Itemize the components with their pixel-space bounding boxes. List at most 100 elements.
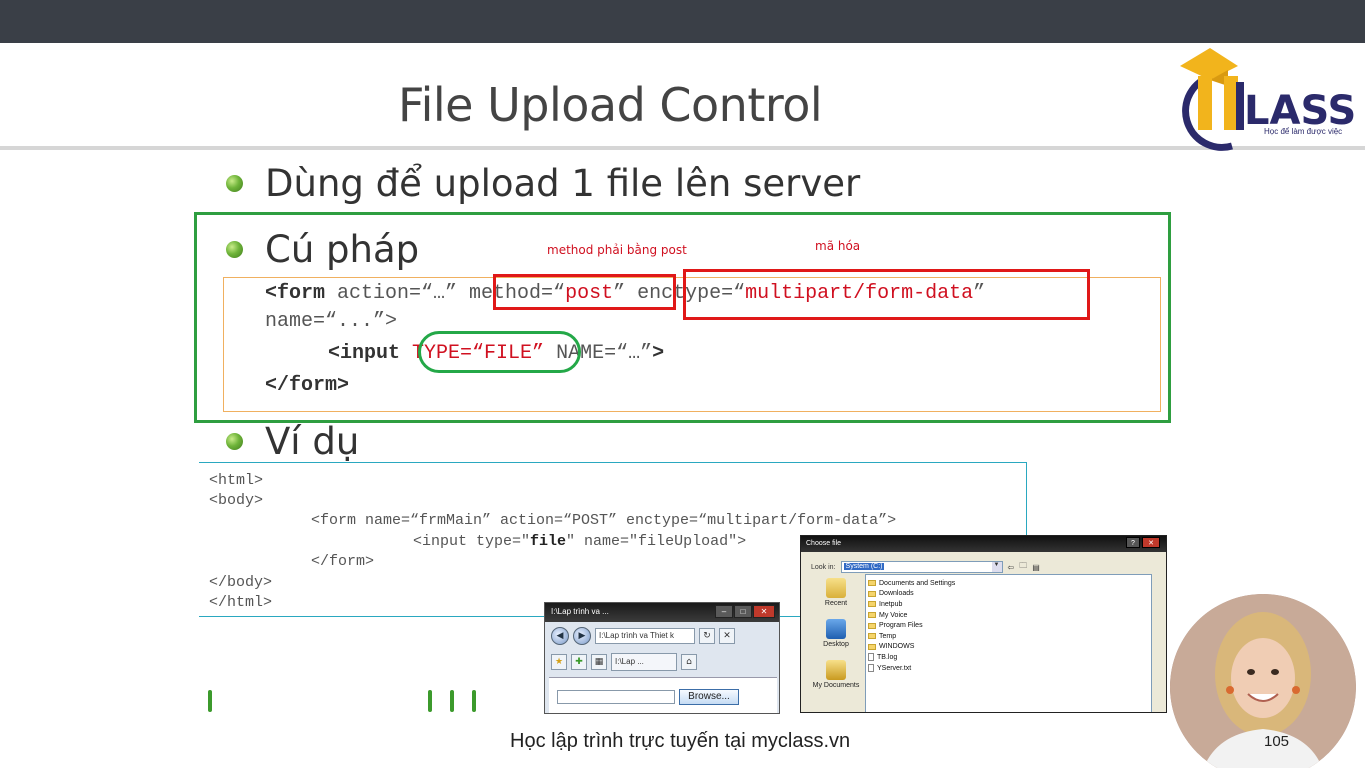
recent-folder-icon — [826, 578, 846, 598]
folder-icon — [868, 633, 876, 640]
views-icon[interactable]: ▤ — [1032, 563, 1040, 572]
example-line: </body> — [209, 574, 273, 591]
look-in-value: System (C:) — [843, 563, 885, 570]
file-list-item[interactable]: Program Files — [868, 620, 1149, 631]
grass-decoration — [450, 690, 454, 712]
input-tag: <input — [328, 342, 401, 365]
grass-decoration — [208, 690, 212, 712]
place-label: Desktop — [823, 641, 849, 648]
new-folder-icon[interactable]: 🗀 — [1019, 560, 1027, 574]
file-path-input[interactable] — [557, 690, 675, 704]
dialog-controls: ? ✕ — [1126, 537, 1160, 548]
browse-button[interactable]: Browse... — [679, 689, 739, 705]
add-favorite-icon[interactable]: ✚ — [571, 654, 587, 670]
example-line: <input type="file" name="fileUpload"> — [413, 533, 746, 550]
top-bar — [0, 0, 1365, 43]
favorites-star-icon[interactable]: ★ — [551, 654, 567, 670]
title-divider — [0, 146, 1365, 150]
presenter-avatar — [1170, 594, 1356, 768]
browser-title: I:\Lap trình va ... — [551, 607, 609, 616]
stop-icon[interactable]: ✕ — [719, 628, 735, 644]
place-my-documents[interactable]: My Documents — [809, 660, 863, 689]
file-name: TB.log — [877, 653, 898, 661]
form-close-tag: </form> — [265, 374, 350, 397]
browser-window-screenshot: I:\Lap trình va ... – □ ✕ ◀ ▶ I:\Lap trì… — [544, 602, 780, 714]
folder-icon — [868, 612, 876, 619]
browser-tab[interactable]: I:\Lap ... — [611, 653, 677, 671]
place-desktop[interactable]: Desktop — [809, 619, 863, 648]
refresh-icon[interactable]: ↻ — [699, 628, 715, 644]
folder-icon — [868, 643, 876, 650]
look-in-select[interactable]: System (C:) ▼ — [840, 561, 1003, 573]
place-label: Recent — [824, 600, 848, 607]
example-input-open: <input type=" — [413, 533, 531, 550]
place-recent[interactable]: Recent — [809, 578, 863, 607]
tab-grid-icon[interactable]: ▦ — [591, 654, 607, 670]
address-bar-row: ◀ ▶ I:\Lap trình va Thiet k ↻ ✕ — [551, 627, 735, 645]
bullet-text: Dùng để upload 1 file lên server — [265, 162, 861, 205]
address-input[interactable]: I:\Lap trình va Thiet k — [595, 628, 695, 644]
bullet-text: Ví dụ — [265, 420, 360, 463]
file-list-item[interactable]: Downloads — [868, 589, 1149, 600]
example-line: <form name=“frmMain” action=“POST” encty… — [311, 512, 897, 529]
method-note: method phải bằng post — [547, 243, 687, 257]
encoding-note: mã hóa — [815, 239, 861, 253]
minimize-icon[interactable]: – — [715, 605, 733, 618]
window-controls: – □ ✕ — [715, 605, 775, 618]
enctype-highlight — [683, 269, 1090, 320]
type-file-highlight — [418, 331, 581, 373]
choose-file-dialog: Choose file ? ✕ Look in: System (C:) ▼ ⇦… — [800, 535, 1167, 713]
browser-titlebar: I:\Lap trình va ... – □ ✕ — [545, 603, 779, 622]
folder-icon — [868, 601, 876, 608]
file-icon — [868, 653, 874, 662]
chevron-down-icon[interactable]: ▼ — [991, 562, 1002, 572]
folder-icon — [868, 622, 876, 629]
bullet-purpose: Dùng để upload 1 file lên server — [226, 162, 860, 205]
close-icon[interactable]: ✕ — [1142, 537, 1160, 548]
help-icon[interactable]: ? — [1126, 537, 1140, 548]
svg-text:Học để làm được việc: Học để làm được việc — [1264, 127, 1342, 136]
form-open-tag: <form — [265, 282, 326, 305]
maximize-icon[interactable]: □ — [734, 605, 752, 618]
file-list-item[interactable]: Inetpub — [868, 599, 1149, 610]
back-icon[interactable]: ◀ — [551, 627, 569, 645]
grass-decoration — [428, 690, 432, 712]
tab-row: ★ ✚ ▦ I:\Lap ... ⌂ — [551, 653, 697, 671]
bullet-icon — [226, 175, 243, 192]
browser-page: Browse... — [549, 677, 777, 713]
page-number: 105 — [1264, 733, 1290, 750]
file-list-item[interactable]: Temp — [868, 631, 1149, 642]
file-name: YServer.txt — [877, 664, 912, 672]
home-icon[interactable]: ⌂ — [681, 654, 697, 670]
places-bar: Recent Desktop My Documents — [809, 578, 863, 701]
myclass-logo: LASS Học để làm được việc — [1180, 48, 1356, 151]
syntax-line-4: </form> — [265, 374, 349, 397]
example-line: <html> — [209, 472, 264, 489]
up-folder-icon[interactable]: ⇦ — [1008, 563, 1015, 572]
example-line: <body> — [209, 492, 264, 509]
file-list-item[interactable]: YServer.txt — [868, 663, 1149, 674]
grass-decoration — [472, 690, 476, 712]
forward-icon[interactable]: ▶ — [573, 627, 591, 645]
footer-text: Học lập trình trực tuyến tại myclass.vn — [510, 730, 851, 752]
dialog-titlebar: Choose file ? ✕ — [801, 536, 1166, 552]
folder-icon — [868, 580, 876, 587]
dialog-title: Choose file — [806, 540, 842, 547]
file-list-item[interactable]: My Voice — [868, 610, 1149, 621]
method-highlight — [493, 274, 676, 310]
file-list-item[interactable]: TB.log — [868, 652, 1149, 663]
look-in-row: Look in: System (C:) ▼ ⇦ 🗀 ▤ — [811, 560, 1040, 574]
file-name: My Voice — [879, 611, 908, 619]
bullet-example: Ví dụ — [226, 420, 359, 463]
file-icon — [868, 664, 874, 673]
file-list-item[interactable]: Documents and Settings — [868, 578, 1149, 589]
documents-folder-icon — [826, 660, 846, 680]
close-icon[interactable]: ✕ — [753, 605, 775, 618]
folder-icon — [868, 590, 876, 597]
place-label: My Documents — [812, 682, 860, 689]
file-name: Inetpub — [879, 600, 903, 608]
file-name: Program Files — [879, 622, 923, 630]
file-list-item[interactable]: WINDOWS — [868, 642, 1149, 653]
input-close: > — [652, 342, 665, 365]
example-input-rest: " name="fileUpload"> — [566, 533, 747, 550]
